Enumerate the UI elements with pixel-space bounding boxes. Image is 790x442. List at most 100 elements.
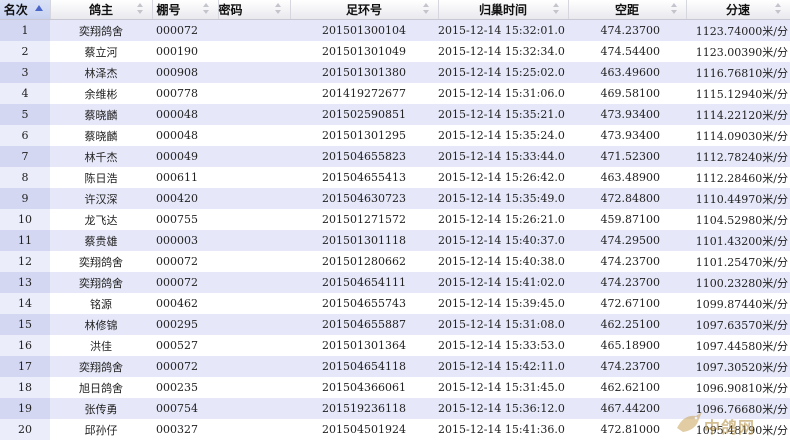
sort-icon[interactable]	[670, 3, 678, 15]
distance-cell: 465.18900	[568, 335, 686, 356]
sort-icon[interactable]	[202, 3, 210, 15]
header-pigeon-no[interactable]: 棚号	[152, 0, 219, 20]
distance-cell: 474.54400	[568, 41, 686, 62]
header-distance[interactable]: 空距	[568, 0, 687, 20]
pigeon-no-cell: 000778	[152, 83, 218, 104]
ring-number-cell: 201504654111	[290, 272, 438, 293]
sort-icon[interactable]	[774, 3, 782, 15]
header-speed[interactable]: 分速	[686, 0, 790, 20]
table-row[interactable]: 4 余维彬 000778 201419272677 2015-12-14 15:31:0…	[0, 83, 790, 104]
table-row[interactable]: 16 洪佳 000527 201501301364 2015-12-14 15:33:5…	[0, 335, 790, 356]
password-cell	[218, 356, 290, 377]
table-row[interactable]: 17 奕翔鸽舍 000072 201504654118 2015-12-14 15:42…	[0, 356, 790, 377]
rank-cell: 6	[0, 125, 50, 146]
watermark: 中鸽网	[674, 406, 786, 440]
sort-icon[interactable]	[552, 3, 560, 15]
header-pigeon-no-label: 棚号	[156, 3, 181, 17]
distance-cell: 462.25100	[568, 314, 686, 335]
sort-icon[interactable]	[274, 3, 282, 15]
speed-cell: 1114.22120米/分	[686, 104, 790, 125]
ring-number-cell: 201504654118	[290, 356, 438, 377]
header-rank[interactable]: 名次	[0, 0, 51, 20]
header-return-time-label: 归巢时间	[478, 3, 527, 17]
table-row[interactable]: 6 蔡晓麟 000048 201501301295 2015-12-14 15:35:2…	[0, 125, 790, 146]
table-row[interactable]: 11 蔡贵雄 000003 201501301118 2015-12-14 15:40:…	[0, 230, 790, 251]
pigeon-no-cell: 000049	[152, 146, 218, 167]
pigeon-no-cell: 000072	[152, 356, 218, 377]
password-cell	[218, 230, 290, 251]
table-row[interactable]: 18 旭日鸽舍 000235 201504366061 2015-12-14 15:31…	[0, 377, 790, 398]
return-time-cell: 2015-12-14 15:42:11.0	[438, 356, 568, 377]
distance-cell: 474.29500	[568, 230, 686, 251]
pigeon-no-cell: 000072	[152, 251, 218, 272]
password-cell	[218, 62, 290, 83]
password-cell	[218, 251, 290, 272]
speed-cell: 1096.90810米/分	[686, 377, 790, 398]
table-row[interactable]: 19 张传勇 000754 201519236118 2015-12-14 15:36:…	[0, 398, 790, 419]
return-time-cell: 2015-12-14 15:31:06.0	[438, 83, 568, 104]
distance-cell: 473.93400	[568, 125, 686, 146]
rank-cell: 20	[0, 419, 50, 440]
speed-cell: 1100.23280米/分	[686, 272, 790, 293]
return-time-cell: 2015-12-14 15:35:21.0	[438, 104, 568, 125]
return-time-cell: 2015-12-14 15:41:02.0	[438, 272, 568, 293]
password-cell	[218, 209, 290, 230]
password-cell	[218, 335, 290, 356]
speed-cell: 1110.44970米/分	[686, 188, 790, 209]
table-row[interactable]: 5 蔡晓麟 000048 201502590851 2015-12-14 15:35:2…	[0, 104, 790, 125]
pigeon-no-cell: 000611	[152, 167, 218, 188]
header-rank-label: 名次	[3, 3, 28, 17]
distance-cell: 474.23700	[568, 19, 686, 41]
ring-number-cell: 201519236118	[290, 398, 438, 419]
table-row[interactable]: 12 奕翔鸽舍 000072 201501280662 2015-12-14 15:40…	[0, 251, 790, 272]
table-row[interactable]: 14 铭源 000462 201504655743 2015-12-14 15:39:4…	[0, 293, 790, 314]
pigeon-no-cell: 000048	[152, 104, 218, 125]
table-row[interactable]: 20 邱孙仔 000327 201504501924 2015-12-14 15:41:…	[0, 419, 790, 440]
owner-cell: 林泽杰	[50, 62, 152, 83]
distance-cell: 474.23700	[568, 251, 686, 272]
table-row[interactable]: 1 奕翔鸽舍 000072 201501300104 2015-12-14 15:32:…	[0, 19, 790, 41]
pigeon-no-cell: 000462	[152, 293, 218, 314]
table-row[interactable]: 3 林泽杰 000908 201501301380 2015-12-14 15:25:0…	[0, 62, 790, 83]
table-row[interactable]: 15 林修锦 000295 201504655887 2015-12-14 15:31:…	[0, 314, 790, 335]
table-row[interactable]: 8 陈日浩 000611 201504655413 2015-12-14 15:26:4…	[0, 167, 790, 188]
sort-icon[interactable]	[422, 3, 430, 15]
table-row[interactable]: 2 蔡立河 000190 201501301049 2015-12-14 15:32:3…	[0, 41, 790, 62]
owner-cell: 奕翔鸽舍	[50, 19, 152, 41]
password-cell	[218, 125, 290, 146]
owner-cell: 余维彬	[50, 83, 152, 104]
table-row[interactable]: 9 许汉深 000420 201504630723 2015-12-14 15:35:4…	[0, 188, 790, 209]
header-ring-label: 足环号	[345, 3, 382, 17]
password-cell	[218, 104, 290, 125]
rank-cell: 3	[0, 62, 50, 83]
sort-icon[interactable]	[136, 3, 144, 15]
header-password[interactable]: 密码	[218, 0, 291, 20]
header-ring[interactable]: 足环号	[290, 0, 439, 20]
owner-cell: 奕翔鸽舍	[50, 251, 152, 272]
rank-cell: 17	[0, 356, 50, 377]
sort-ascending-icon[interactable]	[34, 3, 43, 15]
ring-number-cell: 201504655887	[290, 314, 438, 335]
owner-cell: 陈日浩	[50, 167, 152, 188]
return-time-cell: 2015-12-14 15:39:45.0	[438, 293, 568, 314]
return-time-cell: 2015-12-14 15:35:24.0	[438, 125, 568, 146]
table-row[interactable]: 10 龙飞达 000755 201501271572 2015-12-14 15:26:…	[0, 209, 790, 230]
header-distance-label: 空距	[614, 3, 639, 17]
owner-cell: 蔡晓麟	[50, 104, 152, 125]
pigeon-no-cell: 000327	[152, 419, 218, 440]
table-row[interactable]: 7 林千杰 000049 201504655823 2015-12-14 15:33:4…	[0, 146, 790, 167]
header-row: 名次 鸽主 棚号 密码 足环号 归巢时间 空距 分速	[0, 0, 790, 20]
table-row[interactable]: 13 奕翔鸽舍 000072 201504654111 2015-12-14 15:41…	[0, 272, 790, 293]
rank-cell: 8	[0, 167, 50, 188]
rank-cell: 19	[0, 398, 50, 419]
header-owner[interactable]: 鸽主	[50, 0, 153, 20]
rank-cell: 13	[0, 272, 50, 293]
speed-cell: 1097.30520米/分	[686, 356, 790, 377]
speed-cell: 1112.78240米/分	[686, 146, 790, 167]
ring-number-cell: 201501301380	[290, 62, 438, 83]
pigeon-no-cell: 000003	[152, 230, 218, 251]
ring-number-cell: 201501301049	[290, 41, 438, 62]
distance-cell: 462.62100	[568, 377, 686, 398]
distance-cell: 472.81000	[568, 419, 686, 440]
header-return-time[interactable]: 归巢时间	[438, 0, 569, 20]
